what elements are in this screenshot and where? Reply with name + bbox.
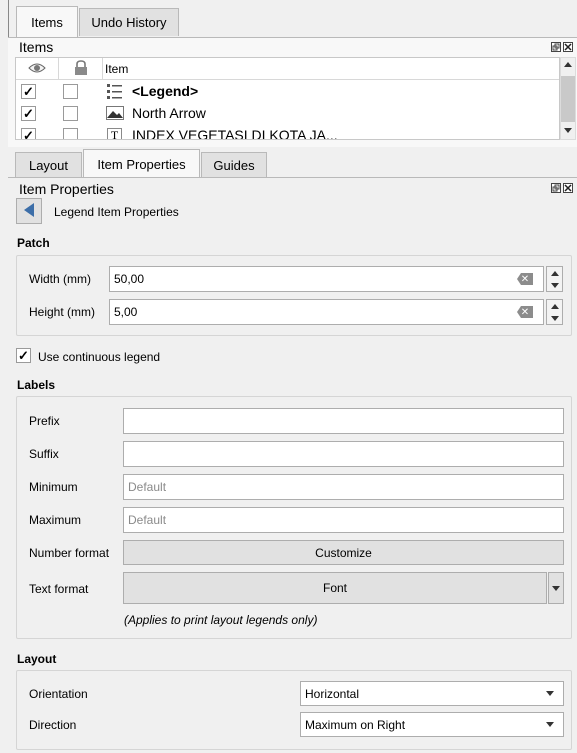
- lock-column-header[interactable]: [59, 58, 103, 80]
- customize-button-label: Customize: [315, 545, 372, 560]
- table-row[interactable]: ✓ North Arrow: [16, 103, 559, 124]
- labels-section-title: Labels: [17, 378, 56, 392]
- width-label: Width (mm): [29, 272, 91, 286]
- item-column-label: Item: [105, 62, 129, 76]
- increment-icon[interactable]: [550, 303, 559, 309]
- suffix-field[interactable]: [123, 441, 564, 467]
- orientation-label: Orientation: [29, 687, 88, 701]
- width-value: 50,00: [114, 272, 145, 286]
- tab-layout[interactable]: Layout: [15, 152, 82, 178]
- tab-item-properties-label: Item Properties: [97, 156, 186, 172]
- legend-icon: [106, 83, 124, 103]
- font-button[interactable]: Font: [123, 572, 547, 604]
- orientation-value: Horizontal: [305, 686, 360, 701]
- minimum-label: Minimum: [29, 480, 78, 494]
- table-row[interactable]: ✓ T INDEX VEGETASI DI KOTA JA...: [16, 125, 559, 140]
- close-icon[interactable]: [563, 183, 573, 193]
- visibility-checkbox[interactable]: ✓: [21, 84, 36, 99]
- table-row[interactable]: ✓ <Legend>: [16, 81, 559, 103]
- minimum-placeholder: Default: [128, 480, 167, 494]
- eye-icon: [28, 62, 46, 77]
- float-icon[interactable]: [551, 42, 561, 52]
- item-properties-title: Item Properties: [19, 181, 114, 197]
- continuous-legend-label: Use continuous legend: [38, 350, 161, 364]
- tab-undo-history-label: Undo History: [91, 15, 167, 30]
- height-label: Height (mm): [29, 305, 96, 319]
- direction-select[interactable]: Maximum on Right: [300, 712, 564, 737]
- width-field[interactable]: 50,00: [109, 266, 544, 292]
- direction-value: Maximum on Right: [305, 717, 406, 732]
- suffix-label: Suffix: [29, 447, 59, 461]
- lock-checkbox[interactable]: [63, 84, 78, 99]
- height-value: 5,00: [114, 305, 138, 319]
- picture-icon: [106, 106, 124, 123]
- tab-undo-history[interactable]: Undo History: [79, 8, 179, 36]
- decrement-icon[interactable]: [550, 282, 559, 288]
- item-label: INDEX VEGETASI DI KOTA JA...: [132, 127, 338, 140]
- continuous-legend-checkbox[interactable]: ✓: [16, 348, 31, 363]
- items-dock-buttons: [551, 42, 573, 52]
- lock-icon: [74, 59, 88, 79]
- orientation-select[interactable]: Horizontal: [300, 681, 564, 706]
- items-table-header: Item: [16, 58, 559, 80]
- number-format-label: Number format: [29, 546, 110, 560]
- properties-dock-buttons: [551, 183, 573, 193]
- items-panel-title: Items: [19, 39, 54, 55]
- tab-items[interactable]: Items: [16, 6, 78, 37]
- tab-item-properties[interactable]: Item Properties: [83, 149, 200, 178]
- scroll-up-icon[interactable]: [564, 62, 572, 67]
- chevron-down-icon: [546, 691, 554, 696]
- lock-checkbox[interactable]: [63, 106, 78, 121]
- text-label-icon: T: [107, 128, 122, 139]
- scroll-thumb[interactable]: [561, 76, 575, 122]
- maximum-label: Maximum: [29, 513, 82, 527]
- width-spinner[interactable]: [546, 266, 563, 292]
- tab-guides-label: Guides: [213, 158, 255, 173]
- lock-checkbox[interactable]: [63, 128, 78, 139]
- increment-icon[interactable]: [550, 270, 559, 276]
- minimum-field[interactable]: Default: [123, 474, 564, 500]
- chevron-down-icon: [552, 585, 560, 591]
- height-field[interactable]: 5,00: [109, 299, 544, 325]
- item-label: North Arrow: [132, 105, 206, 121]
- text-format-label: Text format: [29, 582, 89, 596]
- maximum-field[interactable]: Default: [123, 507, 564, 533]
- font-button-label: Font: [322, 581, 347, 595]
- applies-note: (Applies to print layout legends only): [124, 613, 318, 627]
- close-icon[interactable]: [563, 42, 573, 52]
- float-icon[interactable]: [551, 183, 561, 193]
- tab-guides[interactable]: Guides: [201, 152, 267, 178]
- visibility-checkbox[interactable]: ✓: [21, 128, 36, 139]
- visibility-column-header[interactable]: [16, 58, 59, 80]
- direction-label: Direction: [29, 718, 77, 732]
- top-tab-bar: Items Undo History: [8, 0, 577, 38]
- chevron-down-icon: [546, 722, 554, 727]
- maximum-placeholder: Default: [128, 513, 167, 527]
- item-label: <Legend>: [132, 83, 199, 99]
- legend-item-properties-heading: Legend Item Properties: [54, 205, 179, 219]
- prefix-field[interactable]: [123, 408, 564, 434]
- scroll-down-icon[interactable]: [564, 128, 572, 133]
- tab-layout-label: Layout: [28, 158, 69, 173]
- prefix-label: Prefix: [29, 414, 60, 428]
- item-column-header[interactable]: Item: [103, 58, 559, 80]
- layout-section-title: Layout: [17, 652, 57, 666]
- height-spinner[interactable]: [546, 299, 563, 325]
- patch-section-title: Patch: [17, 236, 50, 250]
- items-table: Item ✓ <Legend> ✓ North Arrow ✓ T INDEX …: [15, 57, 560, 140]
- visibility-checkbox[interactable]: ✓: [21, 106, 36, 121]
- items-scrollbar[interactable]: [560, 57, 576, 140]
- back-button[interactable]: [16, 198, 42, 224]
- font-menu-button[interactable]: [548, 572, 564, 604]
- customize-button[interactable]: Customize: [123, 540, 564, 565]
- decrement-icon[interactable]: [550, 315, 559, 321]
- tab-items-label: Items: [31, 14, 63, 30]
- back-arrow-icon: [22, 202, 36, 221]
